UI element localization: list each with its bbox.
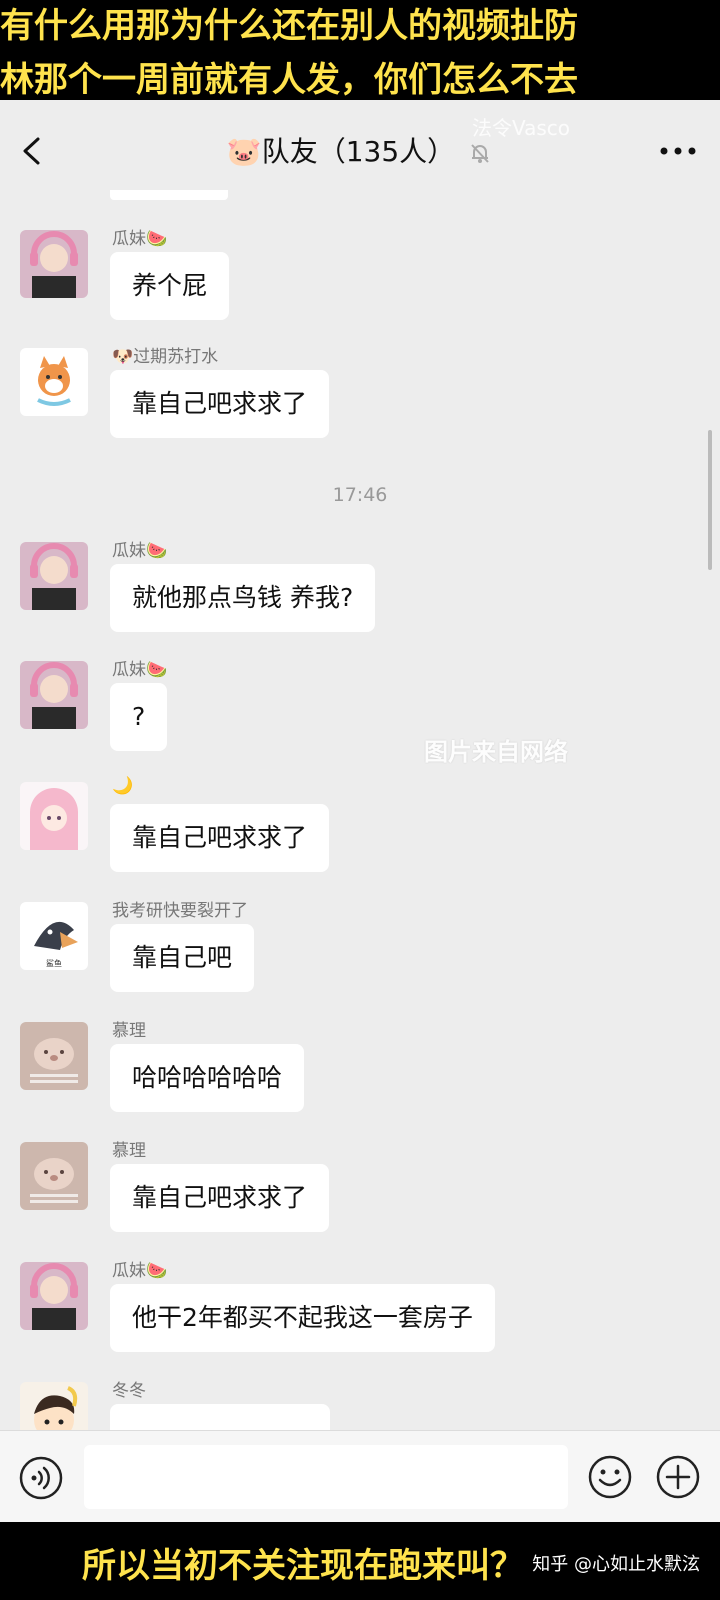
time-separator: 17:46 (332, 484, 388, 506)
chat-title: 🐷队友（135人） (0, 130, 720, 170)
input-bar (0, 1430, 720, 1523)
avatar[interactable] (20, 348, 88, 416)
sender-name: 冬冬 (112, 1381, 146, 1401)
previous-message-card (110, 190, 228, 200)
caption-bottom: 所以当初不关注现在跑来叫？ (82, 1546, 524, 1586)
avatar[interactable]: 鲨鱼 (20, 902, 88, 970)
avatar[interactable] (20, 1262, 88, 1330)
bell-slash-icon (471, 144, 489, 163)
sender-name: 慕理 (112, 1141, 146, 1161)
caption-line-1: 有什么用那为什么还在别人的视频扯防 (0, 6, 578, 46)
bottom-caption-banner: 所以当初不关注现在跑来叫？ 知乎 @心如止水默泫 (0, 1522, 720, 1600)
plus-circle-icon[interactable] (654, 1453, 702, 1501)
message-bubble[interactable]: 靠自己吧求求了 (110, 370, 330, 438)
chat-header: 🐷队友（135人） (0, 100, 720, 190)
message-bubble[interactable]: 靠自己吧求求了 (110, 804, 330, 872)
sender-name: 我考研快要裂开了 (112, 901, 248, 921)
sender-name: 瓜妹🍉 (112, 1261, 168, 1281)
sender-name: 慕理 (112, 1021, 146, 1041)
screenshot-frame: 有什么用那为什么还在别人的视频扯防 林那个一周前就有人发，你们怎么不去 🐷队友（… (0, 0, 720, 1600)
watermark-middle: 图片来自网络 (424, 738, 568, 766)
avatar[interactable] (20, 1022, 88, 1090)
message-bubble[interactable]: 哈哈哈哈哈哈 (110, 1044, 305, 1112)
message-bubble[interactable]: 养个屁 (110, 252, 230, 320)
chat-area[interactable]: 瓜妹🍉 养个屁 🐶过期苏打水 靠自己吧求求了 17:46 瓜妹🍉 就他那点鸟钱 … (0, 190, 720, 1444)
message-input[interactable] (84, 1445, 568, 1509)
avatar[interactable] (20, 542, 88, 610)
avatar[interactable] (20, 782, 88, 850)
sender-name: 瓜妹🍉 (112, 541, 168, 561)
svg-text:鲨鱼: 鲨鱼 (46, 958, 62, 968)
message-bubble[interactable]: ? (110, 683, 168, 751)
top-caption-banner: 有什么用那为什么还在别人的视频扯防 林那个一周前就有人发，你们怎么不去 (0, 0, 720, 102)
avatar[interactable] (20, 230, 88, 298)
caption-line-2: 林那个一周前就有人发，你们怎么不去 (0, 58, 720, 102)
voice-icon[interactable] (18, 1455, 64, 1501)
avatar[interactable] (20, 1142, 88, 1210)
avatar[interactable] (20, 661, 88, 729)
sender-name: 瓜妹🍉 (112, 229, 168, 249)
sender-name: 瓜妹🍉 (112, 660, 168, 680)
watermark-top: 法令Vasco (472, 116, 571, 140)
group-name: 队友（135人） (261, 135, 456, 168)
title-emoji: 🐷 (226, 135, 262, 168)
sender-name: 🐶过期苏打水 (112, 347, 219, 367)
message-bubble[interactable]: 靠自己吧 (110, 924, 255, 992)
message-bubble[interactable]: 靠自己吧求求了 (110, 1164, 330, 1232)
message-bubble[interactable]: 就他那点鸟钱 养我? (110, 564, 376, 632)
ellipsis-icon[interactable] (658, 144, 698, 158)
message-bubble[interactable]: 他干2年都买不起我这一套房子 (110, 1284, 495, 1352)
emoji-icon[interactable] (586, 1453, 634, 1501)
credit-watermark: 知乎 @心如止水默泫 (532, 1554, 700, 1575)
sender-name: 🌙 (112, 776, 134, 796)
